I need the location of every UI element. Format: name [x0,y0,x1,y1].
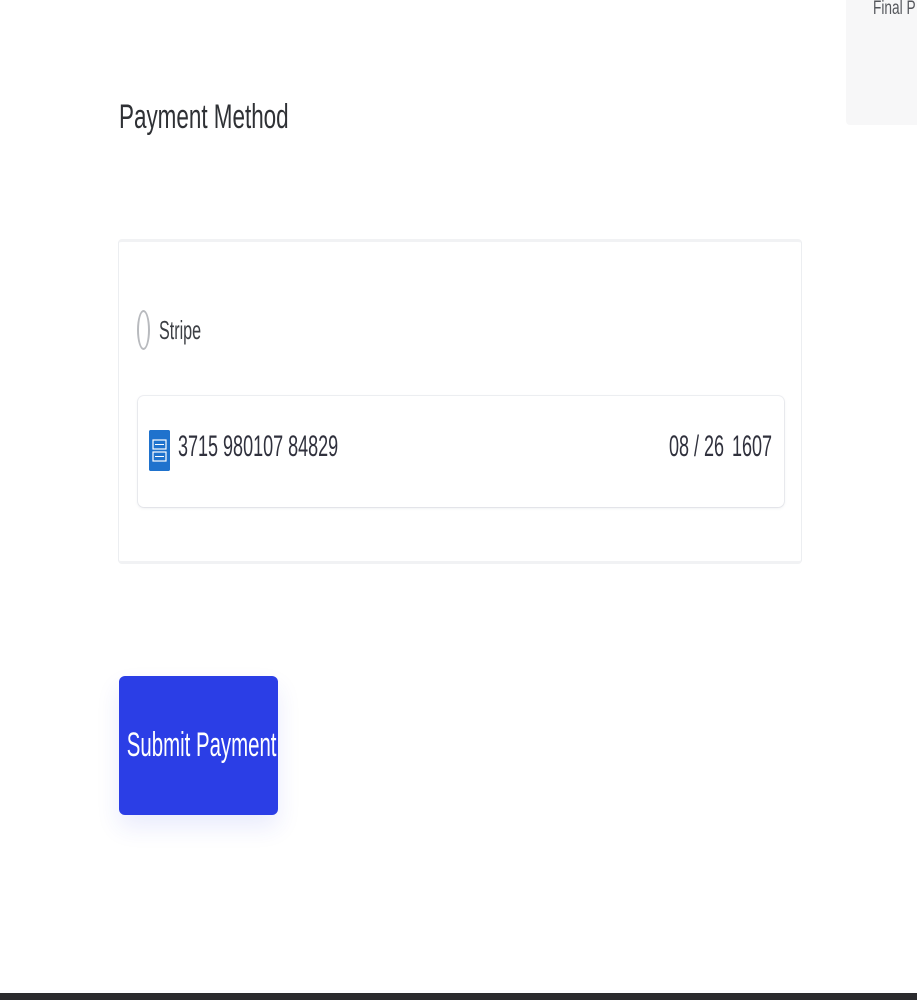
payment-method-box: Stripe 3715 980107 84829 08 / 26 1607 [118,239,802,564]
payment-method-title: Payment Method [119,98,289,136]
card-number-input[interactable]: 3715 980107 84829 [178,430,338,464]
amex-card-icon [149,430,170,471]
submit-payment-label: Submit Payment [126,726,277,764]
stripe-option-label: Stripe [159,314,202,345]
checkout-page: Final P Payment Method Stripe 3715 98010… [0,0,917,1000]
bottom-bar [0,993,917,1000]
order-summary-card: Final P [846,0,917,125]
card-expiry-input[interactable]: 08 / 26 [669,430,724,464]
stripe-radio[interactable] [137,310,150,350]
summary-label: Final P [873,0,916,19]
stripe-option[interactable]: Stripe [137,308,227,352]
card-input-field[interactable]: 3715 980107 84829 08 / 26 1607 [138,396,784,507]
card-cvc-input[interactable]: 1607 [732,430,772,464]
submit-payment-button[interactable]: Submit Payment [119,676,278,815]
